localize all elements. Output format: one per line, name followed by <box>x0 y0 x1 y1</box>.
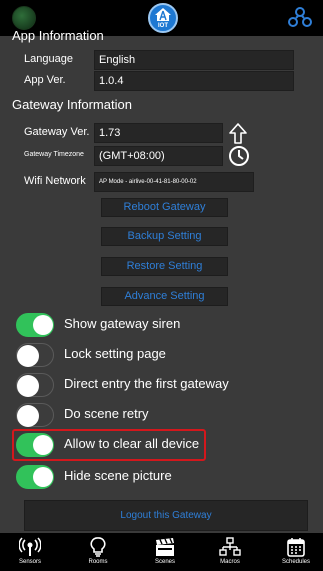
direct-entry-first-gateway-toggle[interactable] <box>16 373 54 397</box>
backup-setting-button[interactable]: Backup Setting <box>101 227 228 246</box>
hide-scene-picture-toggle[interactable] <box>16 465 54 489</box>
toggle-row-show-gateway-siren: Show gateway siren <box>16 313 316 337</box>
reboot-gateway-button[interactable]: Reboot Gateway <box>101 198 228 217</box>
gateway-version-label: Gateway Ver. <box>24 126 90 138</box>
toggle-row-allow-clear-all-device: Allow to clear all device <box>16 433 316 457</box>
toggle-knob <box>33 467 53 487</box>
users-icon[interactable] <box>287 6 313 30</box>
show-gateway-siren-toggle[interactable] <box>16 313 54 337</box>
toggle-row-hide-scene-picture: Hide scene picture <box>16 465 316 489</box>
brand-logo: IOT <box>148 3 178 33</box>
toggle-knob <box>17 375 39 397</box>
toggle-row-lock-setting-page: Lock setting page <box>16 343 316 367</box>
toggle-label: Lock setting page <box>64 346 166 361</box>
app-version-value: 1.0.4 <box>94 71 294 91</box>
connection-status-indicator <box>12 6 36 30</box>
bottom-navigation: Sensors Rooms Scenes Macros Schedules <box>0 533 323 571</box>
app-information-title: App Information <box>12 28 104 43</box>
clock-icon[interactable] <box>228 145 250 167</box>
toggle-label: Show gateway siren <box>64 316 181 331</box>
nav-label: Macros <box>220 559 240 565</box>
wifi-network-value: AP Mode - airlive-00-41-81-80-00-02 <box>94 172 254 192</box>
toggle-knob <box>33 435 53 455</box>
calendar-icon <box>287 538 305 557</box>
toggle-label: Hide scene picture <box>64 468 172 483</box>
toggle-row-direct-entry: Direct entry the first gateway <box>16 373 316 397</box>
brand-logo-text: IOT <box>158 23 168 29</box>
lock-setting-page-toggle[interactable] <box>16 343 54 367</box>
toggle-label: Do scene retry <box>64 406 149 421</box>
bulb-icon <box>90 537 106 557</box>
toggle-knob <box>17 405 39 427</box>
do-scene-retry-toggle[interactable] <box>16 403 54 427</box>
nav-rooms[interactable]: Rooms <box>76 533 120 571</box>
toggle-label: Direct entry the first gateway <box>64 376 229 391</box>
nav-schedules[interactable]: Schedules <box>272 533 320 571</box>
nav-label: Rooms <box>88 559 108 565</box>
nav-scenes[interactable]: Scenes <box>143 533 187 571</box>
nav-macros[interactable]: Macros <box>208 533 252 571</box>
logout-gateway-button[interactable]: Logout this Gateway <box>24 500 308 531</box>
macro-icon <box>219 537 241 556</box>
gateway-version-value: 1.73 <box>94 123 223 143</box>
gateway-timezone-value: (GMT+08:00) <box>94 146 223 166</box>
toggle-knob <box>17 345 39 367</box>
app-version-label: App Ver. <box>24 74 66 86</box>
nav-label: Sensors <box>18 559 41 565</box>
wifi-network-label: Wifi Network <box>24 175 86 187</box>
gateway-information-title: Gateway Information <box>12 97 132 112</box>
nav-label: Scenes <box>154 559 175 565</box>
toggle-knob <box>33 315 53 335</box>
language-value: English <box>94 50 294 70</box>
sensor-icon <box>19 537 41 556</box>
allow-clear-all-device-toggle[interactable] <box>16 433 54 457</box>
upgrade-arrow-icon[interactable] <box>228 122 248 146</box>
toggle-label: Allow to clear all device <box>64 436 200 451</box>
clapperboard-icon <box>156 538 174 556</box>
restore-setting-button[interactable]: Restore Setting <box>101 257 228 276</box>
nav-sensors[interactable]: Sensors <box>8 533 52 571</box>
advance-setting-button[interactable]: Advance Setting <box>101 287 228 306</box>
toggle-row-do-scene-retry: Do scene retry <box>16 403 316 427</box>
language-label: Language <box>24 53 73 65</box>
nav-label: Schedules <box>281 559 311 565</box>
gateway-timezone-label: Gateway Timezone <box>24 151 84 158</box>
